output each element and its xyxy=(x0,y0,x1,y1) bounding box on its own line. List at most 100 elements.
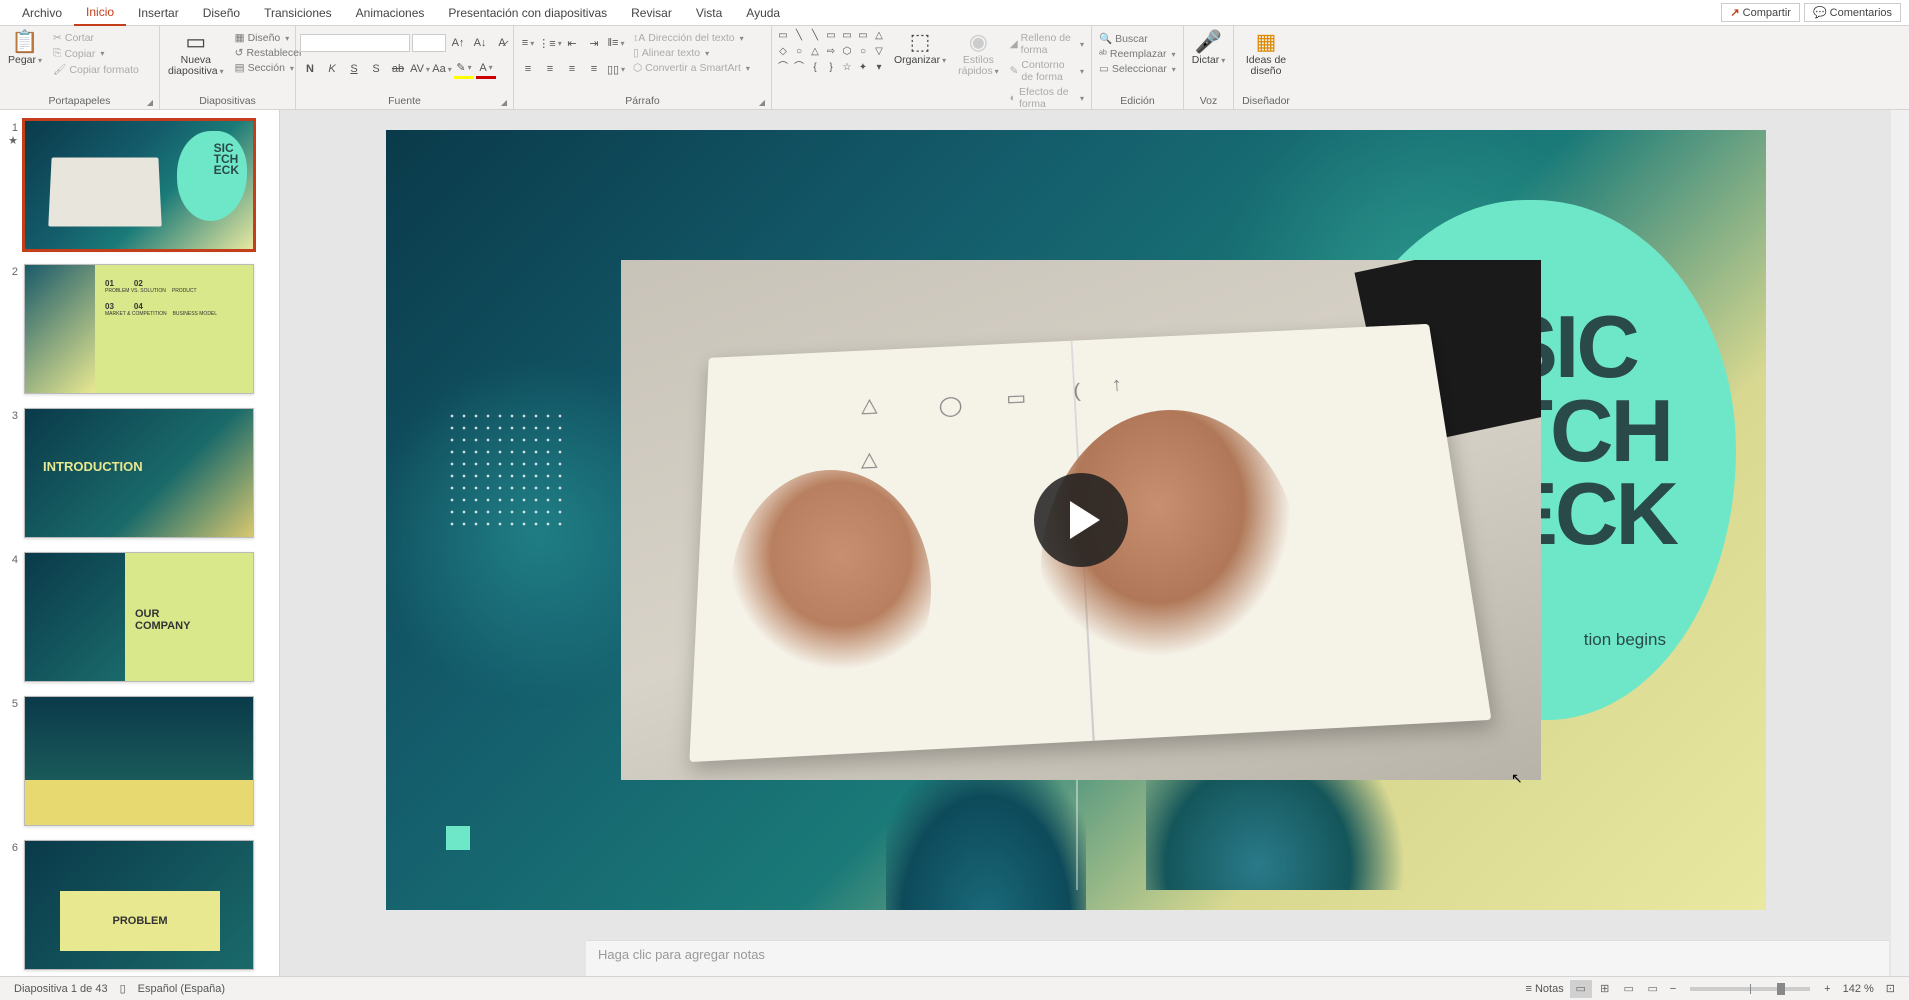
tab-archivo[interactable]: Archivo xyxy=(10,1,74,25)
justify-icon[interactable]: ≡ xyxy=(584,59,604,79)
reading-view-icon[interactable]: ▭ xyxy=(1618,980,1640,998)
copy-button[interactable]: ⎘Copiar xyxy=(50,46,142,61)
tab-transiciones[interactable]: Transiciones xyxy=(252,1,344,25)
thumb-num-2: 2 xyxy=(6,264,18,394)
smartart-label: Convertir a SmartArt xyxy=(645,62,741,74)
new-slide-button[interactable]: ▭ Nueva diapositiva xyxy=(164,29,228,79)
tab-presentacion[interactable]: Presentación con diapositivas xyxy=(436,1,619,25)
ribbon-tabs: Archivo Inicio Insertar Diseño Transicio… xyxy=(0,0,1909,26)
reset-icon: ↺ xyxy=(235,47,244,59)
slide-thumb-6[interactable]: PROBLEM xyxy=(24,840,254,970)
slide-thumb-1[interactable]: SICTCHECK xyxy=(24,120,254,250)
italic-icon[interactable]: K xyxy=(322,59,342,79)
tab-insertar[interactable]: Insertar xyxy=(126,1,191,25)
shapes-gallery[interactable]: ▭╲╲▭▭▭△ ◇○△⇨⬡○▽ ⌒⌒{}☆✦▾ xyxy=(776,29,886,75)
select-button[interactable]: ▭Seleccionar xyxy=(1096,62,1179,76)
shape-outline-button[interactable]: ✎Contorno de forma xyxy=(1007,58,1087,84)
text-direction-icon: ↕A xyxy=(633,32,645,44)
tab-vista[interactable]: Vista xyxy=(684,1,734,25)
spellcheck-icon[interactable]: ▯ xyxy=(114,982,132,995)
sorter-view-icon[interactable]: ⊞ xyxy=(1594,980,1616,998)
new-slide-label: Nueva diapositiva xyxy=(168,55,224,77)
group-label-diapositivas: Diapositivas xyxy=(164,95,291,109)
slide-thumb-3[interactable]: INTRODUCTION xyxy=(24,408,254,538)
increase-font-icon[interactable]: A↑ xyxy=(448,33,468,53)
highlight-icon[interactable]: ✎ xyxy=(454,59,474,79)
slide-thumb-5[interactable] xyxy=(24,696,254,826)
clear-format-icon[interactable]: A̷ xyxy=(492,33,512,53)
design-ideas-button[interactable]: ▦Ideas de diseño xyxy=(1242,29,1290,79)
tab-animaciones[interactable]: Animaciones xyxy=(344,1,437,25)
align-center-icon[interactable]: ≡ xyxy=(540,59,560,79)
numbering-icon[interactable]: ⋮≡ xyxy=(540,33,560,53)
format-painter-button[interactable]: 🖌Copiar formato xyxy=(50,62,142,77)
select-label: Seleccionar xyxy=(1112,63,1167,75)
arrange-button[interactable]: ⬚Organizar xyxy=(890,29,950,68)
dialog-launcher-icon[interactable]: ◢ xyxy=(147,98,153,107)
layout-button[interactable]: ▦Diseño xyxy=(232,31,306,45)
tab-revisar[interactable]: Revisar xyxy=(619,1,684,25)
play-icon[interactable] xyxy=(1034,473,1128,567)
bullets-icon[interactable]: ≡ xyxy=(518,33,538,53)
shadow-icon[interactable]: S xyxy=(366,59,386,79)
slide-counter[interactable]: Diapositiva 1 de 43 xyxy=(8,983,114,995)
find-button[interactable]: 🔍Buscar xyxy=(1096,31,1179,46)
notes-pane[interactable]: Haga clic para agregar notas xyxy=(586,940,1889,976)
slide-thumb-2[interactable]: 0102 PROBLEM VS. SOLUTIONPRODUCT 0304 MA… xyxy=(24,264,254,394)
tab-inicio[interactable]: Inicio xyxy=(74,0,126,26)
embedded-video[interactable]: △ ◯ ▭ ( ↑ △ xyxy=(621,260,1541,780)
strike-icon[interactable]: ab xyxy=(388,59,408,79)
align-left-icon[interactable]: ≡ xyxy=(518,59,538,79)
language-button[interactable]: Español (España) xyxy=(132,983,231,995)
fit-to-window-icon[interactable]: ⊡ xyxy=(1880,982,1901,995)
slide-thumb-4[interactable]: OUR COMPANY xyxy=(24,552,254,682)
zoom-out-icon[interactable]: − xyxy=(1664,983,1682,995)
zoom-slider[interactable] xyxy=(1690,987,1810,991)
slide-thumbnails-panel[interactable]: 1★ SICTCHECK 2 0102 PROBLEM VS. SOLUTION… xyxy=(0,110,280,976)
arrange-icon: ⬚ xyxy=(910,31,931,53)
tab-diseno[interactable]: Diseño xyxy=(191,1,252,25)
dialog-launcher-icon[interactable]: ◢ xyxy=(759,98,765,107)
columns-icon[interactable]: ▯▯ xyxy=(606,59,626,79)
comments-button[interactable]: Comentarios xyxy=(1804,3,1901,22)
slideshow-view-icon[interactable]: ▭ xyxy=(1642,980,1664,998)
smartart-button[interactable]: ⬡Convertir a SmartArt xyxy=(630,61,753,75)
cut-button[interactable]: ✂Cortar xyxy=(50,31,142,45)
font-size-input[interactable] xyxy=(412,34,446,52)
paste-button[interactable]: 📋 Pegar xyxy=(4,29,46,68)
shape-fill-button[interactable]: ◢Relleno de forma xyxy=(1007,31,1087,57)
font-color-icon[interactable]: A xyxy=(476,59,496,79)
slide-canvas[interactable]: SICTCHECK tion begins △ ◯ ▭ ( ↑ △ xyxy=(386,130,1766,910)
zoom-level[interactable]: 142 % xyxy=(1837,983,1880,995)
bold-icon[interactable]: N xyxy=(300,59,320,79)
notes-toggle[interactable]: ≡ Notas xyxy=(1520,983,1570,995)
outdent-icon[interactable]: ⇤ xyxy=(562,33,582,53)
normal-view-icon[interactable]: ▭ xyxy=(1570,980,1592,998)
share-button[interactable]: Compartir xyxy=(1721,3,1800,22)
dialog-launcher-icon[interactable]: ◢ xyxy=(501,98,507,107)
dictate-button[interactable]: 🎤Dictar xyxy=(1188,29,1229,68)
spacing-icon[interactable]: AV xyxy=(410,59,430,79)
quick-styles-button[interactable]: ◉Estilos rápidos xyxy=(954,29,1002,79)
reset-button[interactable]: ↺Restablecer xyxy=(232,46,306,60)
case-icon[interactable]: Aa xyxy=(432,59,452,79)
format-painter-label: Copiar formato xyxy=(69,64,138,76)
align-text-button[interactable]: ▯Alinear texto xyxy=(630,46,753,60)
align-right-icon[interactable]: ≡ xyxy=(562,59,582,79)
section-button[interactable]: ▤Sección xyxy=(232,61,306,75)
vertical-scrollbar[interactable] xyxy=(1891,110,1909,976)
group-portapapeles: 📋 Pegar ✂Cortar ⎘Copiar 🖌Copiar formato … xyxy=(0,26,160,109)
zoom-in-icon[interactable]: + xyxy=(1818,983,1836,995)
font-name-input[interactable] xyxy=(300,34,410,52)
text-direction-button[interactable]: ↕ADirección del texto xyxy=(630,31,753,45)
slide-edit-area[interactable]: SICTCHECK tion begins △ ◯ ▭ ( ↑ △ xyxy=(286,110,1909,976)
shape-effects-button[interactable]: ◐Efectos de forma xyxy=(1007,85,1087,111)
line-spacing-icon[interactable]: ‖≡ xyxy=(606,33,626,53)
replace-button[interactable]: ᵃᵇReemplazar xyxy=(1096,47,1179,61)
group-label-parrafo: Párrafo◢ xyxy=(518,95,767,109)
tab-ayuda[interactable]: Ayuda xyxy=(734,1,792,25)
indent-icon[interactable]: ⇥ xyxy=(584,33,604,53)
align-text-icon: ▯ xyxy=(633,47,639,59)
decrease-font-icon[interactable]: A↓ xyxy=(470,33,490,53)
underline-icon[interactable]: S xyxy=(344,59,364,79)
